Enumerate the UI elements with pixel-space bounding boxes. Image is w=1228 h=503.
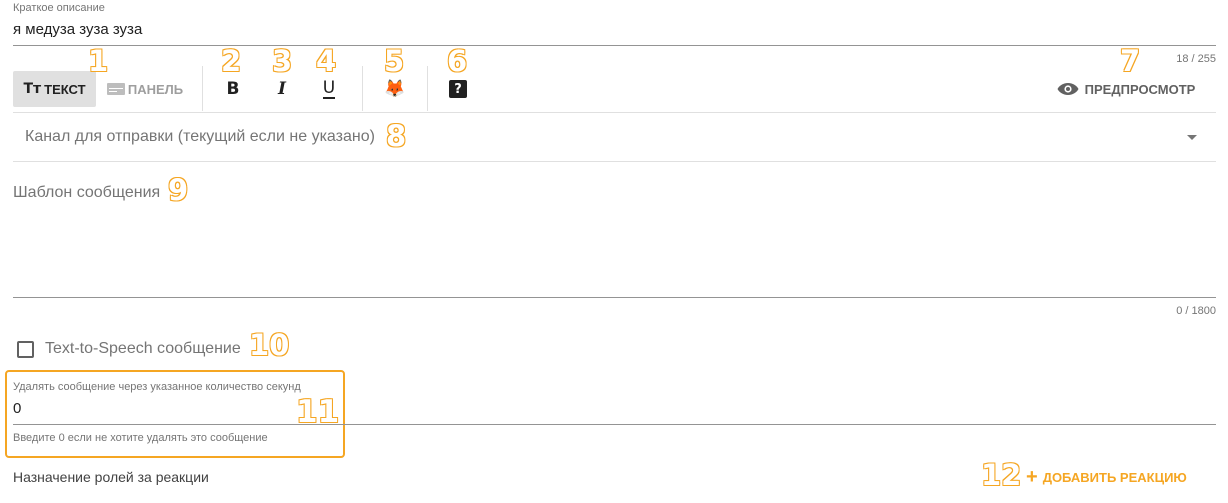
help-icon: ? <box>449 80 467 98</box>
italic-icon: I <box>278 79 286 99</box>
annotation-badge: 4 <box>315 44 337 78</box>
bold-icon: B <box>226 79 240 99</box>
preview-button[interactable]: ПРЕДПРОСМОТР <box>1048 74 1204 104</box>
delete-after-hint: Введите 0 если не хотите удалять это соо… <box>13 432 268 444</box>
bold-button[interactable]: B <box>218 74 248 104</box>
short-description-input[interactable]: я медуза зуза зуза <box>13 21 142 38</box>
delete-after-label: Удалять сообщение через указанное количе… <box>13 381 301 393</box>
annotation-badge: 12 <box>980 458 1022 492</box>
toolbar-separator <box>202 66 203 111</box>
underline-icon: U <box>322 77 336 99</box>
delete-after-underline <box>13 424 1216 425</box>
add-reaction-label: ДОБАВИТЬ РЕАКЦИЮ <box>1042 469 1187 485</box>
annotation-badge: 2 <box>220 44 242 78</box>
plus-icon: + <box>1026 466 1038 488</box>
annotation-badge: 6 <box>446 44 468 78</box>
fox-emoji-icon: 🦊 <box>384 79 406 99</box>
annotation-badge: 11 <box>295 394 340 430</box>
tts-checkbox[interactable] <box>17 341 34 358</box>
underline-button[interactable]: U <box>314 74 344 104</box>
channel-select-underline <box>13 161 1216 162</box>
text-format-icon: Tт <box>23 81 42 97</box>
message-template-underline <box>13 297 1216 298</box>
preview-label: ПРЕДПРОСМОТР <box>1084 81 1196 97</box>
short-description-counter: 18 / 255 <box>1176 53 1216 65</box>
short-description-label: Краткое описание <box>13 2 105 14</box>
chevron-down-icon[interactable] <box>1187 135 1197 140</box>
annotation-badge: 3 <box>271 44 293 78</box>
add-reaction-button[interactable]: + ДОБАВИТЬ РЕАКЦИЮ <box>1026 466 1187 488</box>
tab-panel-label: ПАНЕЛЬ <box>127 81 184 97</box>
toolbar-separator <box>362 66 363 111</box>
annotation-badge: 7 <box>1119 44 1141 78</box>
tab-text-label: ТЕКСТ <box>44 81 86 97</box>
annotation-badge: 9 <box>167 173 189 207</box>
toolbar-separator <box>427 66 428 111</box>
toolbar-divider <box>13 112 1216 113</box>
annotation-badge: 5 <box>383 44 405 78</box>
help-button[interactable]: ? <box>446 76 470 102</box>
eye-icon <box>1057 82 1079 96</box>
short-description-underline <box>13 45 1216 46</box>
tab-text[interactable]: Tт ТЕКСТ <box>13 71 96 107</box>
emoji-button[interactable]: 🦊 <box>379 74 411 104</box>
annotation-badge: 10 <box>248 328 290 362</box>
delete-after-input[interactable]: 0 <box>13 400 21 417</box>
tab-panel[interactable]: ПАНЕЛЬ <box>103 71 187 107</box>
italic-button[interactable]: I <box>267 74 297 104</box>
message-template-textarea[interactable]: Шаблон сообщения <box>13 184 160 202</box>
roles-heading: Назначение ролей за реакции <box>13 469 209 485</box>
panel-icon <box>106 83 125 95</box>
message-template-counter: 0 / 1800 <box>1176 305 1216 317</box>
channel-select[interactable]: Канал для отправки (текущий если не указ… <box>25 128 375 146</box>
tts-label[interactable]: Text-to-Speech сообщение <box>45 340 241 358</box>
annotation-badge: 1 <box>87 44 109 78</box>
annotation-badge: 8 <box>385 119 407 153</box>
